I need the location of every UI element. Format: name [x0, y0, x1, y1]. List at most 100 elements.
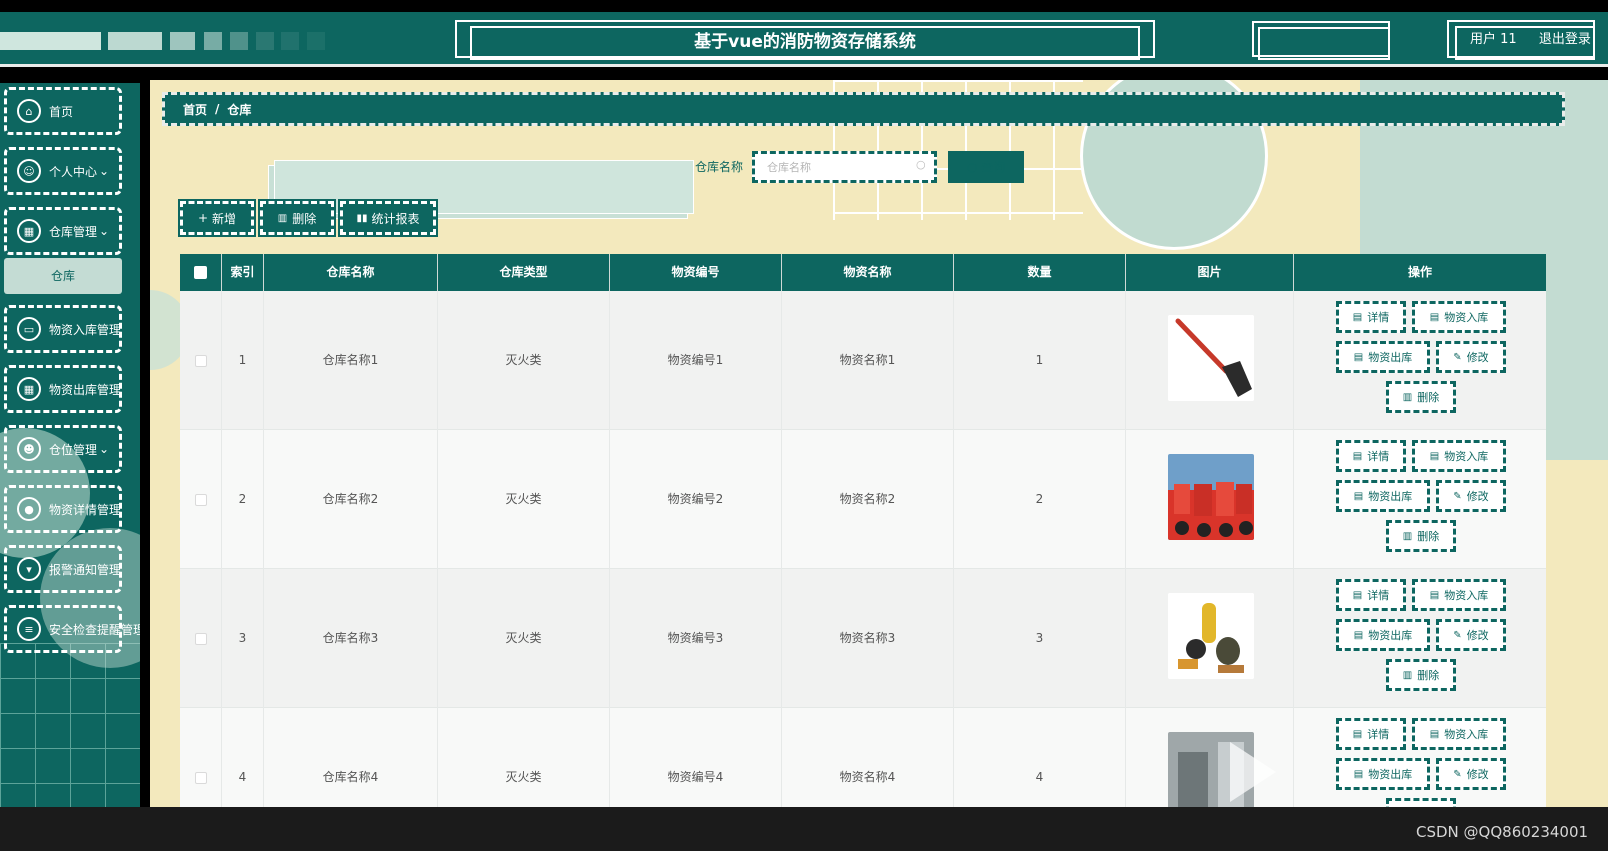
table-cell-warehouse: 仓库名称2	[264, 430, 438, 569]
stock-in-button-label: 物资入库	[1444, 728, 1489, 741]
delete-button[interactable]: ▥ 删除	[260, 201, 334, 235]
row-select-cell	[180, 708, 222, 807]
sidebar-item-material-details[interactable]: ● 物资详情管理	[4, 485, 122, 533]
add-button-label: 新增	[212, 211, 237, 226]
detail-button[interactable]: ▤ 详情	[1336, 440, 1406, 472]
detail-button-label: 详情	[1367, 311, 1390, 324]
table-cell-index: 2	[222, 430, 264, 569]
table-cell-code: 物资编号2	[610, 430, 782, 569]
sidebar-subitem-warehouse[interactable]: 仓库	[4, 258, 122, 294]
document-icon: ▤	[1429, 728, 1440, 740]
edit-button[interactable]: ✎ 修改	[1436, 758, 1506, 790]
decorative-block	[230, 32, 248, 50]
monitor-icon: ▭	[17, 317, 41, 341]
decorative-frame	[1258, 27, 1390, 60]
table-cell-actions: ▤详情 ▤ 物资入库 ▤ 物资出库 ✎修改 ▥删除	[1294, 430, 1546, 569]
delete-row-button-label: 删除	[1417, 530, 1440, 543]
document-icon: ▤	[1429, 311, 1440, 323]
decorative-block	[108, 32, 162, 50]
stock-out-button[interactable]: ▤ 物资出库	[1336, 480, 1430, 512]
person-icon: ☻	[17, 437, 41, 461]
edit-button-label: 修改	[1466, 629, 1489, 642]
row-checkbox[interactable]	[194, 632, 207, 645]
username-label: 用户 11	[1470, 32, 1517, 47]
sidebar-item-personal-center[interactable]: ☺ 个人中心 ⌄	[4, 147, 122, 195]
item-thumbnail	[1168, 315, 1254, 401]
edit-icon: ✎	[1453, 490, 1462, 502]
decorative-paper	[274, 160, 694, 214]
column-header: 物资编号	[610, 254, 782, 291]
play-icon[interactable]	[1230, 742, 1276, 802]
edit-button[interactable]: ✎ 修改	[1436, 341, 1506, 373]
report-button[interactable]: ▮▮ 统计报表	[340, 201, 436, 235]
stock-in-button[interactable]: ▤ 物资入库	[1412, 301, 1506, 333]
stock-in-button[interactable]: ▤ 物资入库	[1412, 718, 1506, 750]
table-cell-warehouse: 仓库名称4	[264, 708, 438, 807]
table-cell-code: 物资编号3	[610, 569, 782, 708]
add-button[interactable]: + 新增	[180, 201, 254, 235]
chevron-down-icon: ⌄	[99, 442, 110, 456]
sidebar-item-safety-check[interactable]: ≡ 安全检查提醒管理	[4, 605, 140, 653]
stock-in-button-label: 物资入库	[1444, 450, 1489, 463]
stock-out-button[interactable]: ▤ 物资出库	[1336, 619, 1430, 651]
sidebar-item-alarm-notice[interactable]: ▾ 报警通知管理	[4, 545, 122, 593]
logout-button[interactable]: 退出登录	[1539, 32, 1591, 47]
table-cell-actions: ▤详情 ▤ 物资入库 ▤物资出库✎修改 ▥删除	[1294, 708, 1546, 807]
document-icon: ▤	[1429, 450, 1440, 462]
list-icon: ≡	[17, 617, 41, 641]
stock-out-button[interactable]: ▤ 物资出库	[1336, 758, 1430, 790]
detail-button[interactable]: ▤ 详情	[1336, 301, 1406, 333]
document-icon: ▤	[1353, 629, 1364, 641]
document-icon: ▤	[1352, 589, 1363, 601]
stock-in-button[interactable]: ▤ 物资入库	[1412, 579, 1506, 611]
table-cell-type: 灭火类	[438, 291, 610, 430]
table-cell-index: 4	[222, 708, 264, 807]
detail-button[interactable]: ▤ 详情	[1336, 718, 1406, 750]
stock-in-button[interactable]: ▤ 物资入库	[1412, 440, 1506, 472]
row-checkbox[interactable]	[194, 354, 207, 367]
chevron-down-icon: ⌄	[99, 164, 110, 178]
search-button[interactable]: ○ 查询	[948, 151, 1024, 183]
report-button-label: 统计报表	[371, 211, 420, 226]
stock-out-button-label: 物资出库	[1368, 490, 1413, 503]
edit-button[interactable]: ✎ 修改	[1436, 480, 1506, 512]
breadcrumb-home[interactable]: 首页	[183, 101, 207, 118]
apps-icon: ▦	[17, 377, 41, 401]
row-checkbox[interactable]	[194, 771, 207, 784]
sidebar-item-stock-out[interactable]: ▦ 物资出库管理	[4, 365, 122, 413]
decorative-block	[0, 32, 101, 50]
table-cell-name: 物资名称3	[782, 569, 954, 708]
bulb-icon: ●	[17, 497, 41, 521]
stock-out-button[interactable]: ▤ 物资出库	[1336, 341, 1430, 373]
search-label: 仓库名称	[695, 160, 744, 174]
trash-icon: ▥	[1402, 669, 1413, 681]
detail-button[interactable]: ▤ 详情	[1336, 579, 1406, 611]
row-checkbox[interactable]	[194, 493, 207, 506]
table-header: 索引 仓库名称 仓库类型 物资编号 物资名称 数量 图片 操作	[180, 254, 1546, 291]
sidebar-item-warehouse-management[interactable]: ▦ 仓库管理 ⌄	[4, 207, 122, 255]
sidebar-item-label: 首页	[49, 104, 74, 119]
column-header: 仓库名称	[264, 254, 438, 291]
table-cell-name: 物资名称1	[782, 291, 954, 430]
delete-row-button[interactable]: ▥删除	[1386, 381, 1456, 413]
table-cell-index: 3	[222, 569, 264, 708]
edit-button[interactable]: ✎ 修改	[1436, 619, 1506, 651]
row-select-cell	[180, 569, 222, 708]
column-header: 物资名称	[782, 254, 954, 291]
table-cell-name: 物资名称2	[782, 430, 954, 569]
breadcrumb-separator: /	[215, 102, 220, 116]
delete-row-button[interactable]: ▥删除	[1386, 520, 1456, 552]
watermark: CSDN @QQ860234001	[1416, 823, 1589, 841]
select-all-checkbox[interactable]	[194, 266, 207, 279]
document-icon: ▤	[1353, 490, 1364, 502]
user-info: 用户 11 退出登录	[1470, 28, 1591, 47]
bottom-bar	[0, 807, 1608, 851]
select-all-header	[180, 254, 222, 291]
search-input[interactable]	[752, 151, 937, 183]
sidebar-item-home[interactable]: ⌂ 首页	[4, 87, 122, 135]
table-cell-code: 物资编号4	[610, 708, 782, 807]
sidebar-item-location-management[interactable]: ☻ 仓位管理 ⌄	[4, 425, 122, 473]
delete-row-button[interactable]: ▥删除	[1386, 659, 1456, 691]
sidebar-item-stock-in[interactable]: ▭ 物资入库管理	[4, 305, 122, 353]
delete-row-button[interactable]: ▥删除	[1386, 798, 1456, 807]
